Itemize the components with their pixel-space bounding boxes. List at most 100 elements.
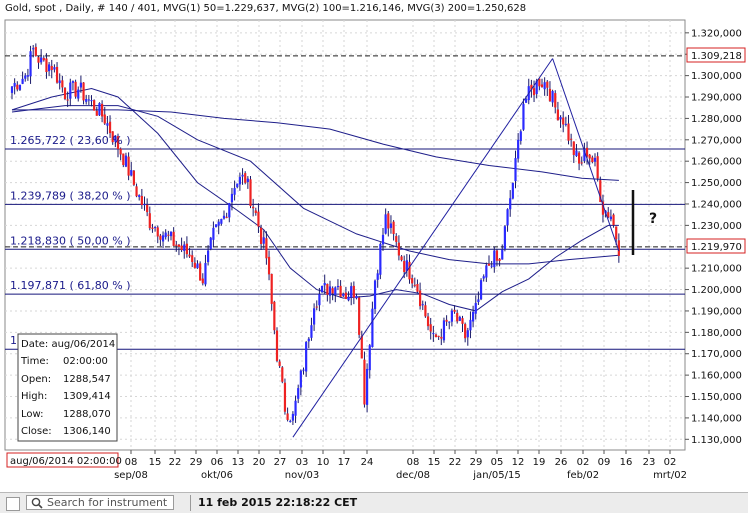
candle-body: [416, 284, 419, 292]
toolbar-square-button[interactable]: [6, 497, 20, 511]
candlestick[interactable]: [511, 182, 514, 200]
candle-body: [37, 57, 40, 63]
candlestick[interactable]: [93, 99, 96, 111]
candlestick[interactable]: [283, 378, 287, 415]
x-day-label: 08: [125, 457, 138, 468]
candle-body: [588, 154, 591, 159]
x-day-label: 22: [449, 457, 462, 468]
candlestick[interactable]: [74, 79, 77, 99]
candle-body: [450, 310, 453, 322]
candlestick[interactable]: [363, 351, 366, 408]
price-tag: 1.309,218: [686, 47, 746, 63]
candle-body: [379, 243, 382, 275]
candle-body: [310, 325, 313, 338]
search-icon: [31, 497, 43, 509]
candle-body: [55, 66, 59, 83]
candlestick[interactable]: [244, 171, 247, 185]
candle-body: [493, 250, 496, 268]
fibonacci-label: 1.218,830 ( 50,00 % ): [10, 234, 131, 247]
candle-body: [90, 100, 93, 102]
x-day-label: 08: [407, 457, 420, 468]
candle-body: [342, 293, 345, 296]
x-day-label: 09: [598, 457, 611, 468]
candlestick[interactable]: [379, 242, 382, 280]
candlestick[interactable]: [281, 366, 284, 384]
candle-body: [554, 93, 557, 108]
candlestick[interactable]: [199, 261, 202, 281]
candlestick[interactable]: [596, 152, 599, 182]
header-ma3: MVG(3) 200=1.250,628: [407, 3, 526, 14]
y-tick-label: 1.170,000: [691, 349, 742, 360]
candle-body: [426, 316, 430, 327]
candlestick[interactable]: [132, 169, 135, 187]
candlestick[interactable]: [273, 300, 276, 335]
candlestick[interactable]: [98, 102, 101, 117]
candlestick[interactable]: [373, 279, 377, 314]
candlestick[interactable]: [479, 278, 483, 301]
candlestick[interactable]: [442, 317, 446, 343]
candle-body: [244, 173, 247, 183]
candlestick[interactable]: [503, 225, 506, 252]
candle-body: [307, 338, 310, 342]
x-day-label: 17: [338, 457, 351, 468]
gold-price-chart[interactable]: 1.265,722 ( 23,60 % ) 1.239,789 ( 38,20 %…: [0, 0, 748, 513]
candle-body: [45, 58, 48, 73]
tooltip-low-value: 1288,070: [63, 409, 111, 420]
candle-body: [201, 278, 204, 284]
candle-body: [376, 273, 379, 280]
tooltip-time-label: Time:: [20, 356, 49, 367]
candle-body: [389, 223, 393, 228]
candlestick[interactable]: [209, 236, 212, 251]
x-month-label: nov/03: [285, 470, 319, 481]
y-tick-label: 1.260,000: [691, 157, 742, 168]
toolbar-divider: [190, 495, 191, 511]
candle-body: [50, 65, 53, 71]
candlestick[interactable]: [63, 87, 67, 101]
candle-body: [225, 216, 228, 218]
header-ma1: MVG(1) 50=1.229,637,: [163, 3, 279, 14]
candle-body: [214, 224, 218, 228]
candlestick[interactable]: [320, 285, 324, 293]
candle-body: [164, 232, 167, 238]
candle-body: [58, 80, 61, 84]
candle-body: [238, 176, 241, 185]
x-day-label: 24: [361, 457, 374, 468]
candle-body: [403, 261, 406, 273]
candle-body: [283, 382, 287, 412]
candlestick[interactable]: [249, 175, 252, 209]
candle-body: [69, 82, 72, 99]
candle-body: [146, 204, 149, 213]
candle-body: [42, 58, 45, 61]
candle-body: [318, 294, 321, 306]
x-day-label: 15: [149, 457, 162, 468]
candlestick[interactable]: [358, 296, 361, 339]
candle-body: [313, 308, 316, 325]
search-input[interactable]: Search for instrument: [26, 495, 174, 510]
candle-body: [127, 156, 130, 176]
candle-body: [156, 227, 159, 237]
candle-body: [209, 237, 212, 250]
y-tick-label: 1.240,000: [691, 199, 742, 210]
candle-body: [140, 195, 143, 206]
candlestick[interactable]: [275, 327, 279, 363]
candle-body: [442, 320, 446, 341]
y-tick-label: 1.210,000: [691, 264, 742, 275]
candle-body: [191, 255, 194, 263]
candlestick[interactable]: [214, 224, 218, 228]
candle-body: [315, 306, 318, 308]
x-day-label: 03: [296, 457, 309, 468]
candle-body: [106, 123, 109, 126]
candle-body: [220, 218, 223, 224]
candle-body: [135, 186, 138, 197]
candle-body: [275, 330, 279, 361]
candle-body: [122, 153, 125, 166]
fibonacci-label: 1.265,722 ( 23,60 % ): [10, 134, 131, 147]
candle-body: [61, 80, 64, 88]
candle-body: [252, 206, 255, 209]
candle-body: [40, 57, 43, 63]
candle-body: [352, 285, 355, 298]
candle-body: [472, 311, 475, 322]
candle-body: [366, 368, 369, 405]
x-day-label: 20: [253, 457, 266, 468]
candle-body: [21, 78, 24, 84]
